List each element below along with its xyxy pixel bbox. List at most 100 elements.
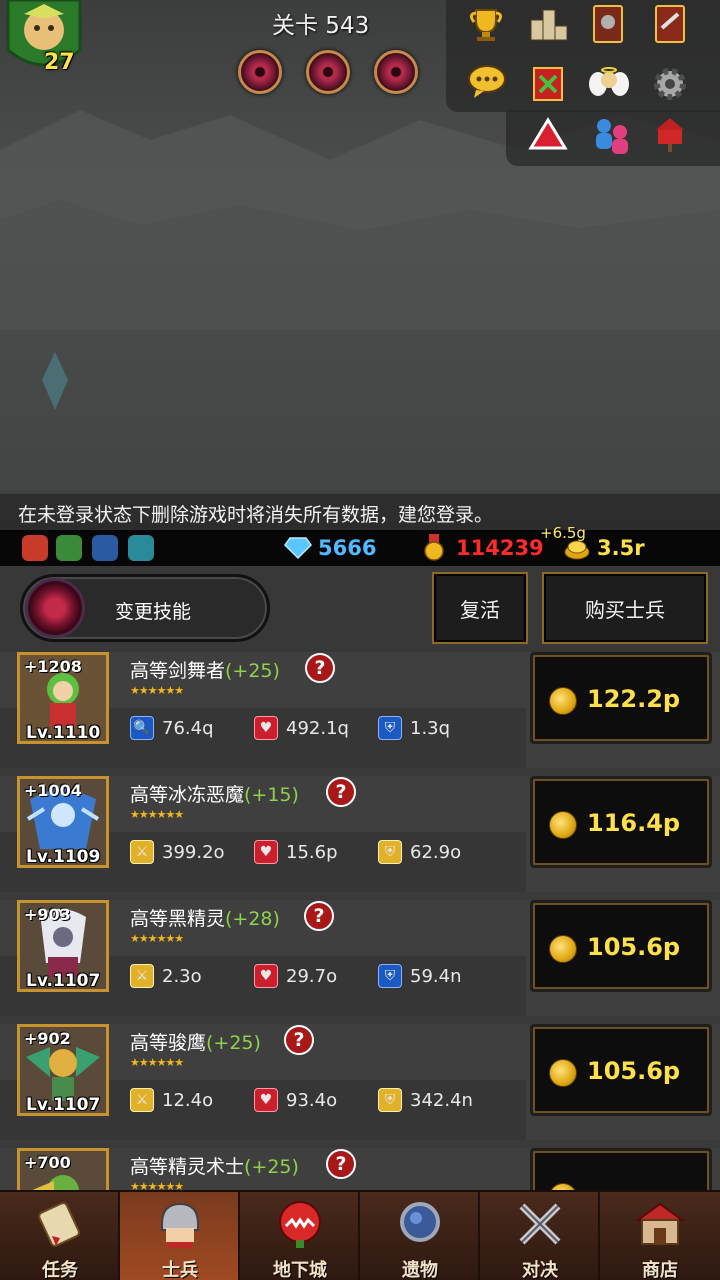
hp-stat: ♥ 93.4o	[254, 1088, 337, 1112]
soldier-portrait[interactable]: +903 Lv.1107	[17, 900, 109, 992]
hp-stat: ♥ 15.6p	[254, 840, 338, 864]
change-skill-label: 变更技能	[115, 601, 192, 623]
defense-stat: ⛨ 1.3q	[378, 716, 450, 740]
defense-stat: ⛨ 62.9o	[378, 840, 461, 864]
nav-label: 商店	[642, 1260, 678, 1280]
nav-tab-soldiers[interactable]: 士兵	[120, 1192, 240, 1280]
coin-icon	[549, 687, 577, 715]
buy-soldier-label: 购买士兵	[585, 597, 665, 622]
soldier-price: 105.6p	[587, 933, 681, 961]
help-icon[interactable]: ?	[284, 1025, 314, 1055]
attack-stat: ⚔ 12.4o	[130, 1088, 213, 1112]
angel-icon[interactable]	[588, 64, 632, 108]
soldier-price: 122.2p	[587, 685, 681, 713]
ranking-podium-icon[interactable]	[528, 4, 572, 48]
party-hero-icon[interactable]	[92, 535, 118, 561]
chat-icon[interactable]	[466, 62, 510, 106]
buy-soldier-price-button[interactable]: 105.6p	[530, 1024, 712, 1116]
gem-icon	[284, 537, 312, 560]
hp-stat: ♥ 492.1q	[254, 716, 349, 740]
soldier-stars: ★★★★★★	[130, 684, 184, 697]
gold-pile-icon	[564, 540, 590, 560]
change-skill-button[interactable]: 变更技能	[20, 574, 270, 642]
heart-icon: ♥	[254, 964, 278, 988]
help-icon[interactable]: ?	[304, 901, 334, 931]
party-hero-icon[interactable]	[22, 535, 48, 561]
nav-tab-relics[interactable]: 遗物	[360, 1192, 480, 1280]
nav-label: 遗物	[402, 1260, 438, 1280]
magnifier-icon: 🔍	[130, 716, 154, 740]
attack-stat: ⚔ 399.2o	[130, 840, 225, 864]
soldier-portrait[interactable]: +902 Lv.1107	[17, 1024, 109, 1116]
shop-icon	[634, 1202, 686, 1245]
soldier-portrait[interactable]: +700	[17, 1148, 109, 1190]
warning-triangle-icon[interactable]	[528, 116, 572, 160]
soldier-portrait[interactable]: +1004 Lv.1109	[17, 776, 109, 868]
shield-icon: ⛨	[378, 964, 402, 988]
help-icon[interactable]: ?	[326, 777, 356, 807]
quest-book-icon[interactable]	[650, 4, 694, 48]
nav-tab-dungeon[interactable]: 地下城	[240, 1192, 360, 1280]
nav-label: 地下城	[273, 1260, 327, 1280]
soldier-price: 105.6p	[587, 1057, 681, 1085]
soldier-list[interactable]: +1208 Lv.1110 高等剑舞者(+25) ? ★★★★★★ 🔍 76.4q…	[0, 652, 720, 1190]
sword-icon: ⚔	[130, 964, 154, 988]
soldier-helmet-icon	[161, 1202, 199, 1248]
soldier-bonus: +1208	[24, 657, 82, 676]
bottom-nav: 任务 士兵 地下城 遗物 对决 商店	[0, 1190, 720, 1280]
coin-icon	[549, 1059, 577, 1087]
shield-icon: ⛨	[378, 840, 402, 864]
soldier-name: 高等骏鹰(+25)	[130, 1032, 261, 1054]
soldier-portrait[interactable]: +1208 Lv.1110	[17, 652, 109, 744]
nav-label: 任务	[42, 1260, 78, 1280]
soldier-stars: ★★★★★★	[130, 932, 184, 945]
buy-soldier-button[interactable]: 购买士兵	[542, 572, 708, 644]
soldier-upgrade: (+25)	[206, 1032, 261, 1054]
sword-icon: ⚔	[130, 1088, 154, 1112]
list-item: +903 Lv.1107 高等黑精灵(+28) ? ★★★★★★ ⚔ 2.3o ♥…	[0, 900, 720, 1016]
trophy-icon[interactable]	[466, 4, 510, 48]
party-hero-icon[interactable]	[128, 535, 154, 561]
soldier-upgrade: (+25)	[244, 1156, 299, 1178]
stage-title: 关卡 543	[272, 13, 370, 39]
mailbox-icon[interactable]	[650, 114, 694, 158]
party-hero-icon[interactable]	[56, 535, 82, 561]
heart-icon: ♥	[254, 716, 278, 740]
shield-icon: ⛨	[378, 1088, 402, 1112]
soldier-level: Lv.1109	[26, 847, 101, 867]
nav-tab-shop[interactable]: 商店	[600, 1192, 720, 1280]
coin-icon	[549, 811, 577, 839]
login-notice: 在未登录状态下删除游戏时将消失所有数据，建您登录。	[0, 494, 720, 530]
buy-soldier-price-button[interactable]	[530, 1148, 712, 1190]
buy-soldier-price-button[interactable]: 122.2p	[530, 652, 712, 744]
soldier-name: 高等剑舞者(+25)	[130, 660, 280, 682]
knight-book-icon[interactable]	[588, 4, 632, 48]
gear-icon[interactable]	[650, 64, 694, 108]
boss-orb	[374, 50, 418, 94]
revive-button[interactable]: 复活	[432, 572, 528, 644]
nav-tab-duel[interactable]: 对决	[480, 1192, 600, 1280]
attack-stat: ⚔ 2.3o	[130, 964, 202, 988]
buy-soldier-price-button[interactable]: 105.6p	[530, 900, 712, 992]
guild-banner-icon[interactable]	[528, 64, 572, 108]
soldier-stars: ★★★★★★	[130, 1056, 184, 1069]
nav-label: 对决	[522, 1260, 558, 1280]
list-item: +902 Lv.1107 高等骏鹰(+25) ? ★★★★★★ ⚔ 12.4o ♥…	[0, 1024, 720, 1140]
soldier-level: Lv.1107	[26, 971, 101, 991]
help-icon[interactable]: ?	[305, 653, 335, 683]
help-icon[interactable]: ?	[326, 1149, 356, 1179]
revive-label: 复活	[460, 597, 500, 622]
buy-soldier-price-button[interactable]: 116.4p	[530, 776, 712, 868]
soldier-level: Lv.1110	[26, 723, 101, 743]
defense-stat: ⛨ 59.4n	[378, 964, 462, 988]
attack-stat: 🔍 76.4q	[130, 716, 214, 740]
monster-plant-icon	[279, 1201, 321, 1248]
soldier-price: 116.4p	[587, 809, 681, 837]
soldier-bonus: +700	[24, 1153, 71, 1172]
soldier-bonus: +902	[24, 1029, 71, 1048]
scroll-icon	[38, 1202, 80, 1247]
friends-icon[interactable]	[590, 114, 634, 158]
nav-tab-quests[interactable]: 任务	[0, 1192, 120, 1280]
relic-orb-icon	[400, 1202, 440, 1242]
defense-stat: ⛨ 342.4n	[378, 1088, 473, 1112]
